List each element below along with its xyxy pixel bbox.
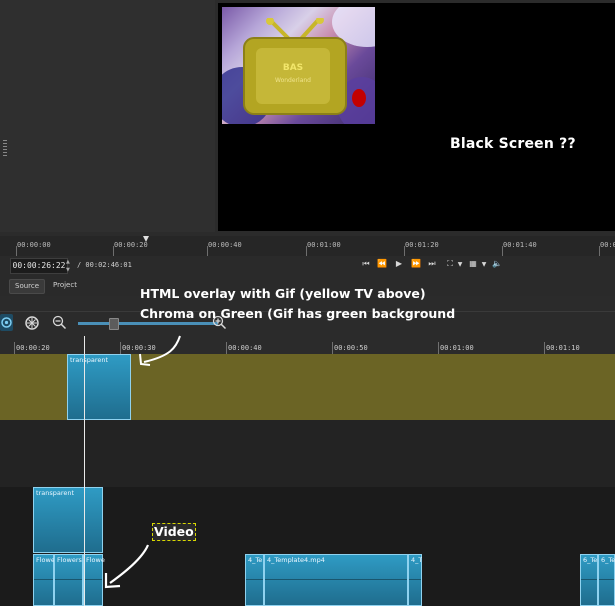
player-ruler[interactable]: 00:00:00 00:00:20 00:00:40 00:01:00 00:0…: [0, 236, 615, 256]
video-annotation: Video: [152, 523, 196, 541]
ruler-label: 00:01:20: [405, 241, 439, 249]
zoom-slider-handle[interactable]: [109, 318, 119, 330]
ruler-label: 00:01:00: [307, 241, 341, 249]
timeline-clip[interactable]: Flowe: [83, 554, 105, 606]
clip-label: 6_Te: [601, 556, 615, 564]
chevron-down-icon[interactable]: ▼: [477, 261, 491, 268]
timeline-clip[interactable]: Flowe: [33, 554, 55, 606]
clip-label: 4_Template4.mp4: [267, 556, 325, 564]
timeline-clip-template4[interactable]: 4_Template4.mp4: [264, 554, 408, 606]
timeline-clip[interactable]: 4_T: [408, 554, 422, 606]
clip-label: Flowe: [36, 556, 55, 564]
snap-icon[interactable]: [0, 314, 13, 331]
clip-label: transparent: [36, 489, 75, 497]
tv-logo-text: BAS: [283, 63, 303, 73]
clip-label: Flowers: [57, 556, 82, 564]
timeline-ruler-label: 00:01:00: [440, 344, 474, 352]
player-position-marker[interactable]: [143, 236, 149, 242]
ruler-label: 00:00:00: [17, 241, 51, 249]
black-screen-annotation: Black Screen ??: [450, 136, 576, 152]
overlay-annotation: HTML overlay with Gif (yellow TV above) …: [140, 286, 456, 321]
timeline-track-empty[interactable]: [0, 420, 615, 487]
chevron-down-icon[interactable]: ▼: [453, 261, 467, 268]
play-icon[interactable]: ▶: [392, 259, 406, 268]
tab-project[interactable]: Project: [48, 279, 82, 292]
volume-icon[interactable]: 🔈: [490, 259, 504, 268]
tab-source[interactable]: Source: [9, 279, 46, 294]
clip-label: 6_Te: [583, 556, 598, 564]
panel-splitter-handle[interactable]: [3, 140, 7, 158]
annotation-arrow-icon: [104, 544, 150, 589]
timeline-clip-transparent[interactable]: transparent: [33, 487, 103, 553]
annotation-arrow-icon: [139, 335, 181, 366]
left-panel: [0, 0, 215, 232]
timeline-clip[interactable]: 4_Te: [245, 554, 264, 606]
tv-icon: BAS Wonderland: [243, 18, 347, 115]
ruler-label: 00:02:00: [600, 241, 615, 249]
timeline-ruler-label: 00:00:50: [334, 344, 368, 352]
total-duration: / 00:02:46:01: [77, 261, 132, 269]
rewind-icon[interactable]: ⏪: [375, 259, 389, 268]
ruler-label: 00:00:40: [208, 241, 242, 249]
clip-label: 4_T: [411, 556, 423, 564]
tv-logo-subtext: Wonderland: [275, 77, 311, 84]
zoom-out-icon[interactable]: [52, 315, 67, 330]
clip-label: transparent: [70, 356, 109, 364]
fast-forward-icon[interactable]: ⏩: [409, 259, 423, 268]
timeline-ruler-label: 00:00:20: [16, 344, 50, 352]
timeline-ruler[interactable]: 00:00:20 00:00:30 00:00:40 00:00:50 00:0…: [0, 336, 615, 354]
timeline-playhead[interactable]: [84, 336, 85, 606]
skip-start-icon[interactable]: ⏮: [359, 259, 373, 269]
skip-end-icon[interactable]: ⏭: [425, 259, 439, 269]
current-timecode-field[interactable]: 00:00:26:22: [10, 258, 68, 274]
ruler-label: 00:01:40: [503, 241, 537, 249]
timeline-clip[interactable]: Flowers: [54, 554, 83, 606]
timeline-clip-transparent[interactable]: transparent: [67, 354, 131, 420]
timeline-ruler-label: 00:01:10: [546, 344, 580, 352]
ruler-label: 00:00:20: [114, 241, 148, 249]
timeline-ruler-label: 00:00:40: [228, 344, 262, 352]
ripple-icon[interactable]: [24, 315, 40, 331]
timeline-clip[interactable]: 6_Te: [598, 554, 615, 606]
timecode-spinner[interactable]: ▲ ▼: [66, 258, 74, 274]
clip-label: 4_Te: [248, 556, 263, 564]
timeline-clip[interactable]: 6_Te: [580, 554, 598, 606]
